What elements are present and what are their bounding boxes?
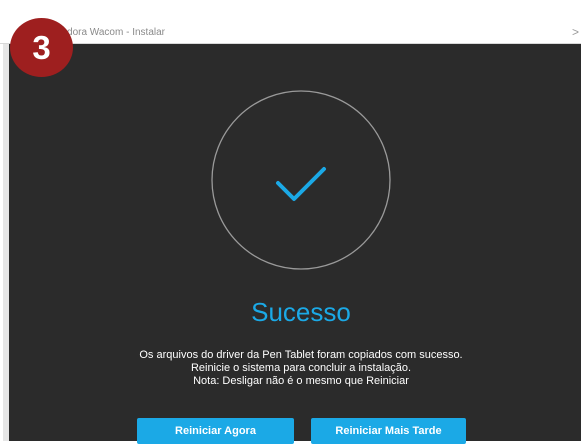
installer-window: lizadora Wacom - Instalar > 3 Sucesso Os…	[0, 0, 581, 444]
success-graphic	[211, 90, 391, 270]
restart-now-button[interactable]: Reiniciar Agora	[137, 418, 294, 444]
success-title: Sucesso	[251, 297, 351, 327]
title-bar: lizadora Wacom - Instalar >	[0, 0, 581, 44]
restart-later-button[interactable]: Reiniciar Mais Tarde	[311, 418, 466, 444]
step-number-badge: 3	[10, 18, 73, 77]
close-icon[interactable]: >	[572, 26, 579, 38]
message-line-3: Nota: Desligar não é o mesmo que Reinici…	[193, 375, 409, 387]
message-line-1: Os arquivos do driver da Pen Tablet fora…	[139, 349, 463, 361]
checkmark-icon	[276, 167, 326, 201]
message-line-2: Reinicie o sistema para concluir a insta…	[190, 362, 412, 374]
success-message: Os arquivos do driver da Pen Tablet fora…	[0, 349, 581, 388]
success-circle	[211, 90, 391, 270]
